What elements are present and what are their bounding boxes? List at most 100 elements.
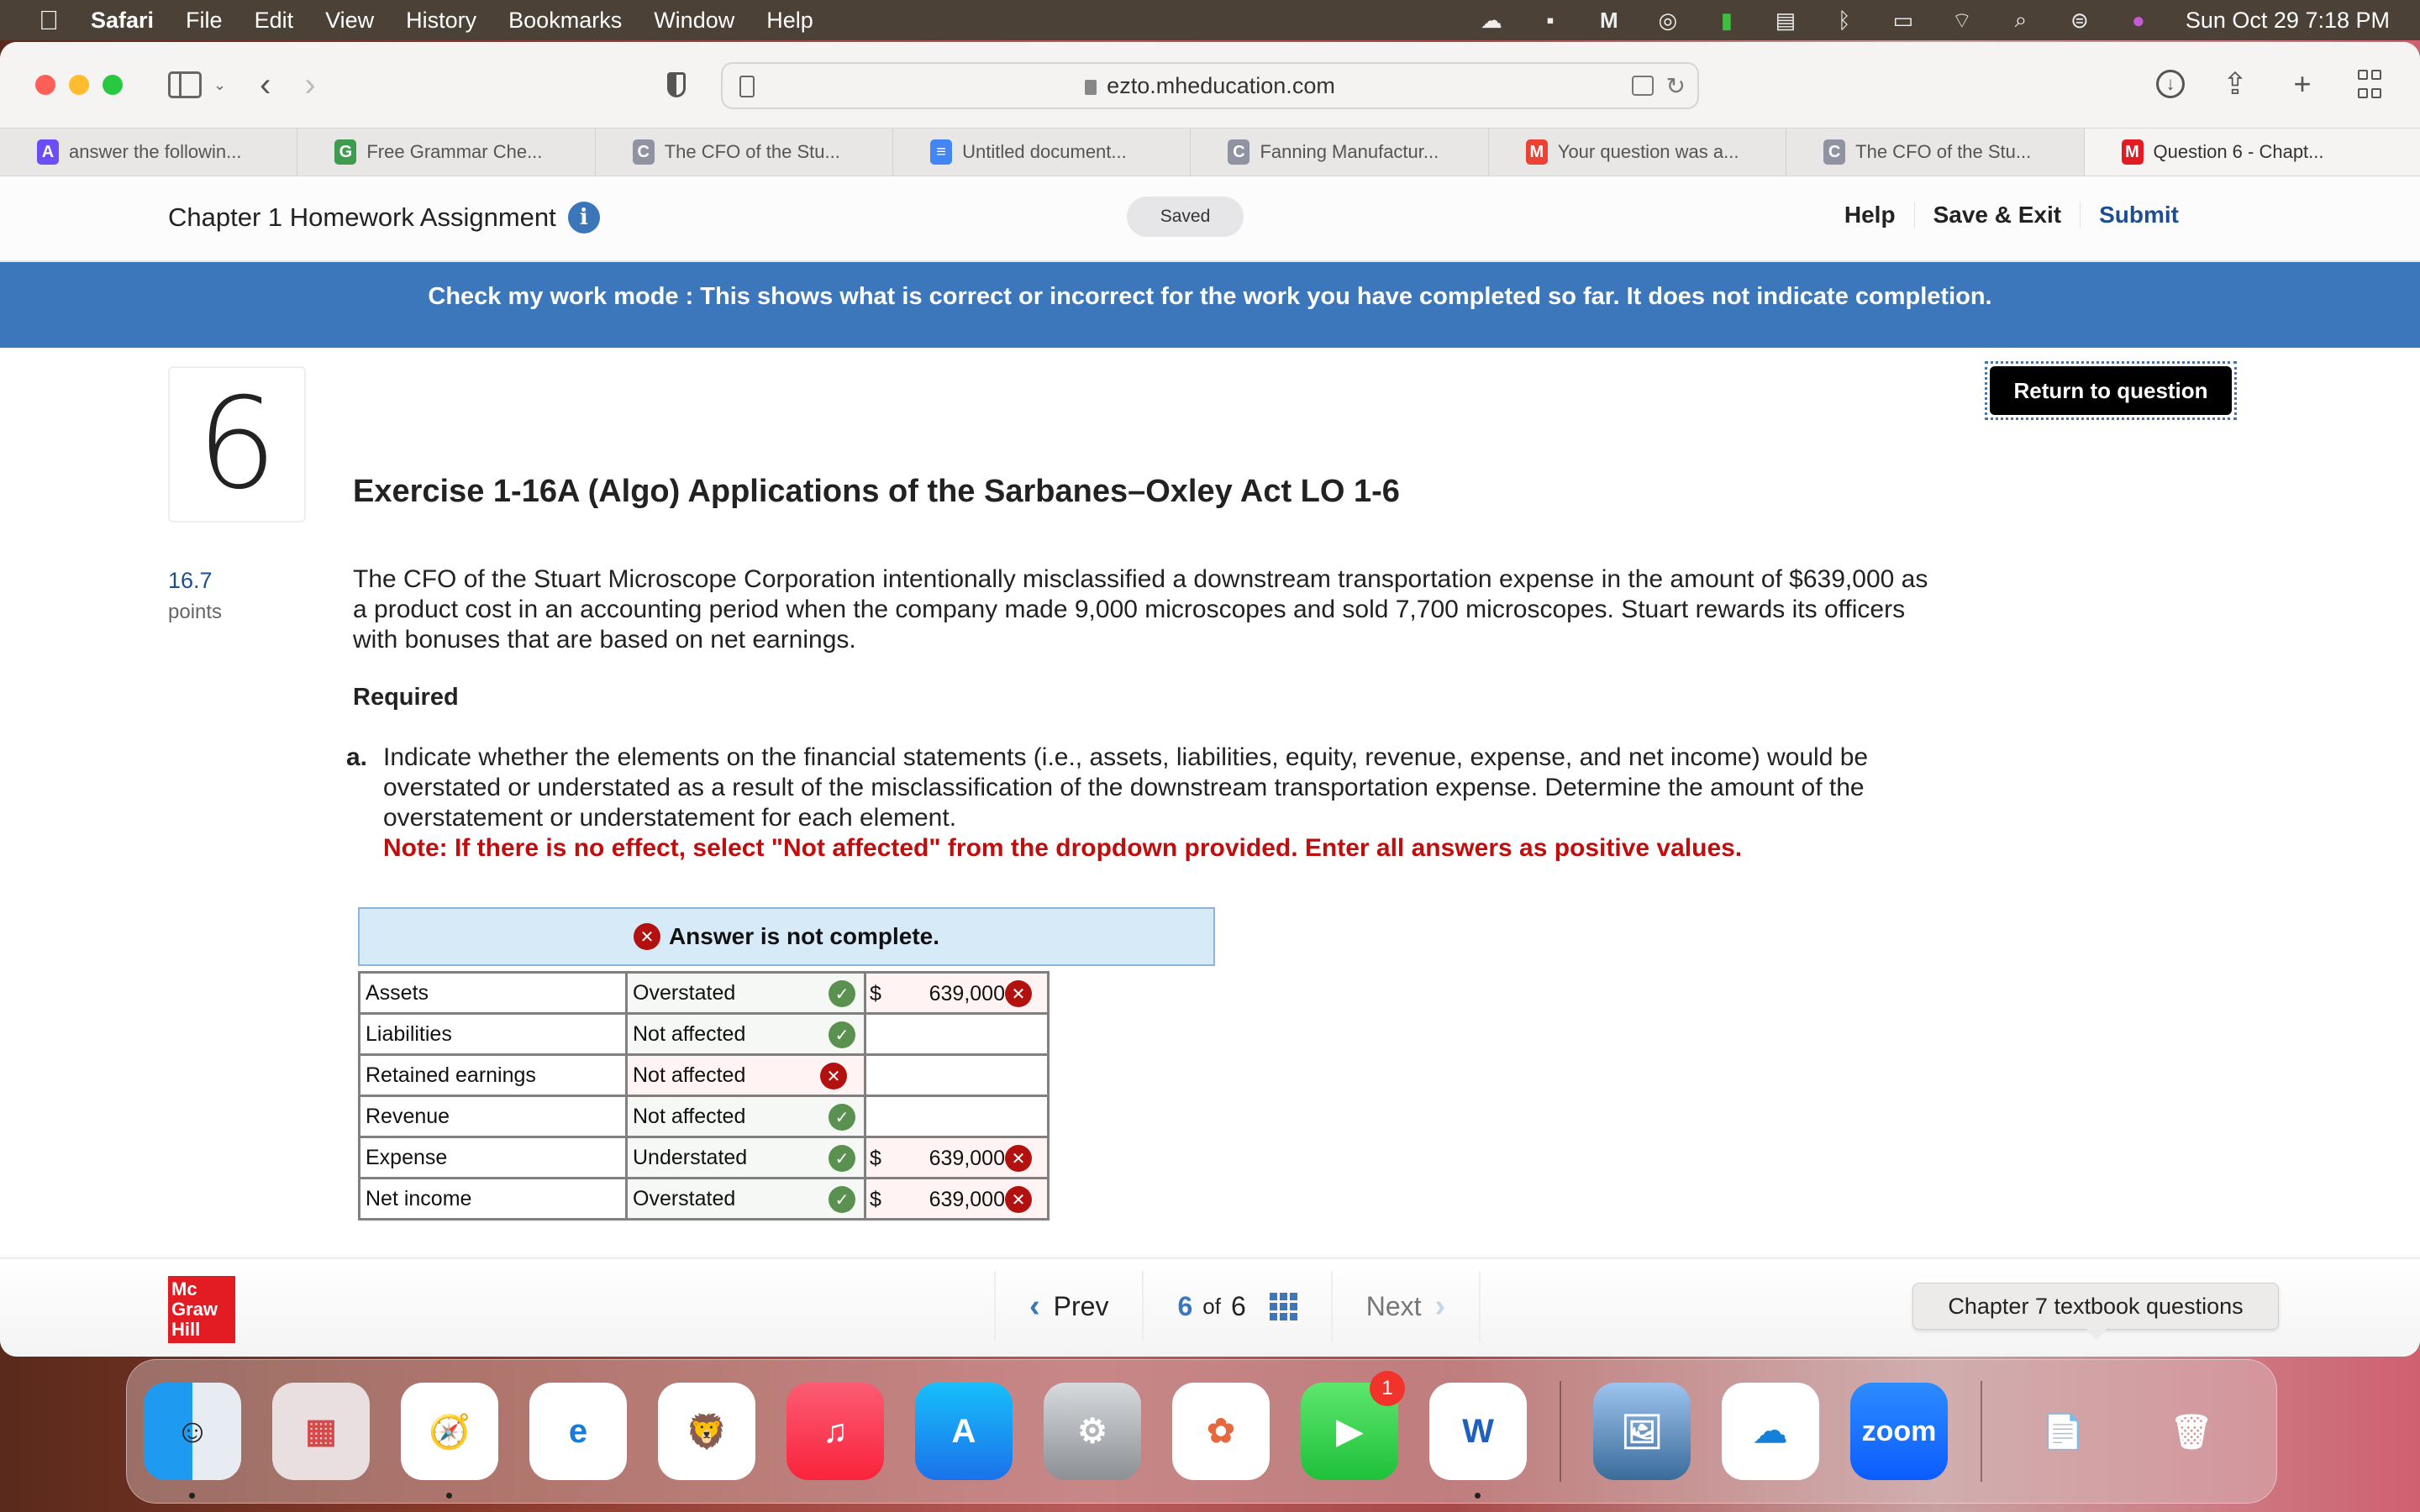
forward-button[interactable]: › (304, 66, 315, 104)
answer-row: Net income Overstated ✓ $639,000 ✕ (358, 1177, 1050, 1221)
return-to-question-button[interactable]: Return to question (1985, 361, 2237, 420)
dock-word-document-icon[interactable]: 📄 (2014, 1383, 2112, 1480)
question-grid-icon[interactable] (1269, 1292, 1297, 1320)
menu-history[interactable]: History (406, 8, 476, 34)
page-indicator[interactable]: 6 of 6 (1142, 1271, 1330, 1341)
menu-file[interactable]: File (186, 8, 223, 34)
effect-dropdown[interactable]: Not affected ✓ (625, 1012, 866, 1056)
dock-safari-icon[interactable]: 🧭 (401, 1383, 498, 1499)
battery-icon[interactable]: ▭ (1888, 8, 1918, 33)
share-icon[interactable]: ⇪ (2218, 66, 2252, 101)
tab-favicon-icon: C (1823, 139, 1846, 165)
menu-window[interactable]: Window (654, 8, 734, 34)
tab-favicon-icon: M (1525, 139, 1548, 165)
next-label: Next (1365, 1290, 1422, 1321)
amount-input[interactable]: $639,000 ✕ (864, 1177, 1050, 1221)
printer-icon[interactable]: ▮ (1712, 8, 1742, 33)
menu-help[interactable]: Help (766, 8, 813, 34)
effect-dropdown[interactable]: Overstated ✓ (625, 971, 866, 1015)
browser-tab[interactable]: C Fanning Manufactur... (1191, 129, 1489, 176)
macos-menu-bar:  Safari File Edit View History Bookmark… (0, 0, 2420, 40)
cloud-icon[interactable]: ☁ (1476, 8, 1507, 33)
browser-tab[interactable]: M Your question was a... (1489, 129, 1787, 176)
dock-onedrive-icon[interactable]: ☁ (1722, 1383, 1819, 1480)
menu-clock[interactable]: Sun Oct 29 7:18 PM (2186, 8, 2390, 34)
creative-cloud-icon[interactable]: ◎ (1653, 8, 1683, 33)
browser-tab[interactable]: C The CFO of the Stu... (1786, 129, 2085, 176)
menu-view[interactable]: View (325, 8, 374, 34)
amount-input[interactable] (864, 1012, 1050, 1056)
dock-app-store-icon[interactable]: A (915, 1383, 1013, 1480)
next-button[interactable]: Next › (1330, 1271, 1481, 1341)
amount-input[interactable] (864, 1095, 1050, 1138)
downloads-icon[interactable]: ↓ (2156, 70, 2185, 98)
submit-link[interactable]: Submit (2080, 202, 2197, 228)
new-tab-icon[interactable]: + (2286, 66, 2319, 101)
keyboard-icon[interactable]: ▤ (1770, 8, 1801, 33)
points-label: points (168, 601, 223, 623)
reload-icon[interactable]: ↻ (1666, 72, 1686, 100)
prev-button[interactable]: ‹ Prev (994, 1271, 1142, 1341)
help-link[interactable]: Help (1826, 202, 1914, 228)
reader-icon[interactable] (1632, 76, 1654, 96)
dock-zoom-icon[interactable]: zoom (1850, 1383, 1948, 1480)
sidebar-toggle-icon[interactable] (168, 71, 202, 98)
dock-facetime-icon[interactable]: ▶ 1 (1301, 1371, 1405, 1480)
chevron-down-icon[interactable]: ⌄ (213, 76, 226, 94)
incorrect-icon: ✕ (820, 1063, 847, 1089)
menu-edit[interactable]: Edit (255, 8, 294, 34)
question-number: 6 (168, 366, 306, 522)
dock-word-icon[interactable]: W (1429, 1383, 1527, 1499)
dock-brave-icon[interactable]: 🦁 (658, 1383, 755, 1480)
app-store-icon: A (951, 1412, 976, 1450)
browser-tab[interactable]: M Question 6 - Chapt... (2084, 129, 2420, 176)
answer-status-text: Answer is not complete. (668, 923, 940, 949)
browser-tab[interactable]: G Free Grammar Che... (297, 129, 596, 176)
total-pages: 6 (1230, 1290, 1246, 1321)
dock-music-icon[interactable]: ♫ (786, 1383, 884, 1480)
bluetooth-icon[interactable]: ᛒ (1829, 8, 1860, 33)
amount-input[interactable]: $639,000 ✕ (864, 971, 1050, 1015)
menu-bookmarks[interactable]: Bookmarks (508, 8, 622, 34)
dots-icon[interactable]: ▪ (1535, 8, 1565, 33)
browser-tab[interactable]: C The CFO of the Stu... (596, 129, 894, 176)
address-bar[interactable]: ezto.mheducation.com ↻ (721, 62, 1699, 109)
back-button[interactable]: ‹ (260, 66, 271, 104)
dock-settings-icon[interactable]: ⚙ (1044, 1383, 1141, 1480)
close-window-button[interactable] (35, 75, 55, 95)
currency-symbol: $ (870, 982, 881, 1005)
dock-launchpad-icon[interactable]: ▦ (272, 1383, 370, 1480)
zoom-icon: zoom (1861, 1415, 1937, 1447)
browser-tab[interactable]: Aanswer the followin... (0, 129, 298, 176)
siri-icon[interactable]: ● (2123, 8, 2154, 33)
dock-trash-icon[interactable]: 🗑 (2143, 1383, 2240, 1480)
url-text[interactable]: ezto.mheducation.com (1107, 73, 1335, 99)
spotlight-icon[interactable]: ⌕ (2006, 7, 2036, 33)
browser-tab[interactable]: ≡ Untitled document... (893, 129, 1192, 176)
zoom-window-button[interactable] (103, 75, 123, 95)
minimize-window-button[interactable] (69, 75, 89, 95)
amount-input[interactable] (864, 1053, 1050, 1097)
tab-overview-icon[interactable] (2353, 67, 2386, 101)
effect-dropdown[interactable]: Not affected ✓ (625, 1095, 866, 1138)
control-center-icon[interactable]: ⊜ (2065, 8, 2095, 33)
wifi-icon[interactable]: ⌔ (1947, 8, 1977, 33)
page-menu-icon[interactable] (739, 76, 755, 97)
info-icon[interactable]: i (567, 202, 600, 234)
dock-finder-icon[interactable]: ☺ (144, 1383, 241, 1499)
effect-dropdown[interactable]: Understated ✓ (625, 1136, 866, 1179)
amount-input[interactable]: $639,000 ✕ (864, 1136, 1050, 1179)
privacy-shield-icon[interactable] (667, 72, 686, 97)
dock-preview-icon[interactable]: 🖼 (1593, 1383, 1691, 1480)
effect-dropdown[interactable]: Overstated ✓ (625, 1177, 866, 1221)
dock-edge-icon[interactable]: e (529, 1383, 627, 1480)
malwarebytes-icon[interactable]: M (1594, 8, 1624, 33)
question-text: The CFO of the Stuart Microscope Corpora… (353, 565, 1928, 654)
menu-app-safari[interactable]: Safari (91, 8, 154, 34)
save-exit-link[interactable]: Save & Exit (1913, 202, 2081, 228)
apple-menu-icon[interactable]:  (32, 5, 66, 36)
currency-symbol: $ (870, 1188, 881, 1211)
dock-photos-icon[interactable]: ✿ (1172, 1383, 1270, 1480)
effect-value: Understated (633, 1145, 748, 1169)
effect-dropdown[interactable]: Not affected ✕ (625, 1053, 866, 1097)
